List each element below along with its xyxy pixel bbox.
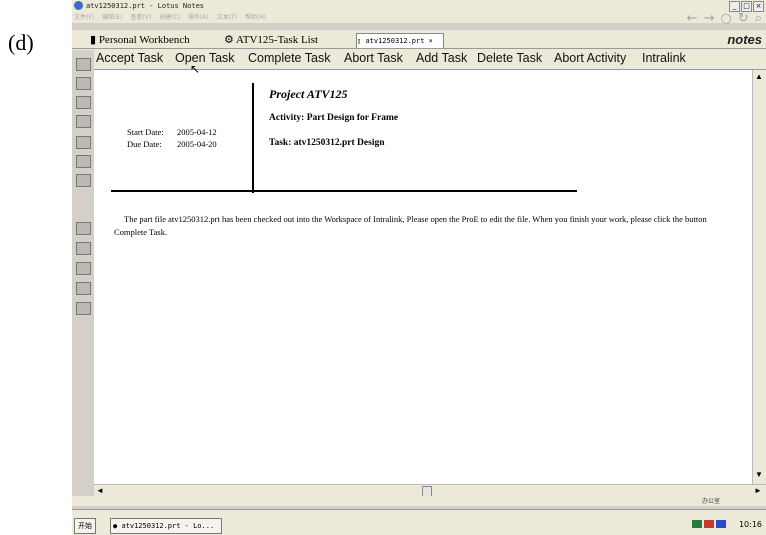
vertical-divider bbox=[252, 83, 254, 193]
document-content: Project ATV125 Activity: Part Design for… bbox=[94, 70, 752, 484]
taskbar-clock: 10:16 bbox=[738, 520, 762, 529]
tab-current-document[interactable]: ▯ atv1250312.prt × bbox=[356, 33, 444, 48]
scroll-down-icon[interactable]: ▼ bbox=[755, 470, 763, 479]
tab-label: atv1250312.prt bbox=[365, 37, 425, 45]
close-tab-icon[interactable]: × bbox=[429, 37, 433, 45]
accept-task-button[interactable]: Accept Task bbox=[96, 51, 163, 65]
document-bookmark-icon[interactable] bbox=[76, 302, 91, 315]
databases-bookmark-icon[interactable] bbox=[76, 174, 91, 187]
workbench-icon: ▮ bbox=[90, 34, 97, 46]
scroll-right-icon[interactable]: ► bbox=[754, 486, 762, 495]
replicator-bookmark-icon[interactable] bbox=[76, 136, 91, 149]
start-date-label: Start Date: bbox=[127, 127, 164, 137]
due-date-value: 2005-04-20 bbox=[177, 139, 217, 149]
contacts-bookmark-icon[interactable] bbox=[76, 96, 91, 109]
task-message: The part file atv1250312.prt has been ch… bbox=[114, 214, 707, 237]
notes-brand-logo: notes bbox=[727, 32, 762, 47]
lotus-notes-window: atv1250312.prt - Lotus Notes _ □ × 文件(F) 编… bbox=[72, 0, 766, 535]
taskbar-window-button[interactable]: ● atv1250312.prt - Lo... bbox=[110, 518, 222, 534]
project-title: Project ATV125 bbox=[269, 87, 348, 101]
scroll-left-icon[interactable]: ◄ bbox=[96, 486, 104, 495]
lotus-notes-taskbar-icon: ● bbox=[113, 522, 118, 530]
input-method-tray-icon[interactable] bbox=[716, 520, 726, 528]
panel-label: (d) bbox=[8, 30, 34, 55]
taskbar-window-label: atv1250312.prt - Lo... bbox=[121, 522, 215, 530]
mail-bookmark-icon[interactable] bbox=[76, 58, 91, 71]
activity-heading: Activity: Part Design for Frame bbox=[269, 113, 399, 123]
menu-help[interactable]: 帮助(H) bbox=[245, 14, 266, 21]
start-button[interactable]: 开始 bbox=[74, 518, 96, 534]
vertical-scrollbar[interactable]: ▲ ▼ bbox=[752, 70, 766, 484]
tab-bar: ▮ Personal Workbench ⚙ ATV125-Task List … bbox=[72, 30, 766, 49]
document-icon: ▯ bbox=[357, 37, 362, 45]
intralink-button[interactable]: Intralink bbox=[642, 51, 686, 65]
network-tray-icon[interactable] bbox=[692, 520, 702, 528]
forward-arrow-icon[interactable]: → bbox=[704, 11, 715, 26]
menu-actions[interactable]: 操作(A) bbox=[188, 14, 209, 21]
system-tray bbox=[690, 520, 726, 530]
history-bookmark-icon[interactable] bbox=[76, 282, 91, 295]
tab-personal-workbench[interactable]: ▮ Personal Workbench bbox=[90, 33, 190, 47]
title-bar: atv1250312.prt - Lotus Notes _ □ × bbox=[72, 0, 766, 12]
start-date-value: 2005-04-12 bbox=[177, 127, 217, 137]
abort-activity-button[interactable]: Abort Activity bbox=[554, 51, 626, 65]
action-bar: Accept Task Open Task Complete Task Abor… bbox=[72, 49, 766, 70]
bookmark-sidebar bbox=[72, 50, 94, 510]
tab-label: Personal Workbench bbox=[98, 34, 190, 46]
calendar-bookmark-icon[interactable] bbox=[76, 77, 91, 90]
tab-label: ATV125-Task List bbox=[236, 34, 319, 46]
back-arrow-icon[interactable]: ← bbox=[687, 11, 698, 26]
open-task-button[interactable]: Open Task bbox=[175, 51, 235, 65]
menu-edit[interactable]: 编辑(E) bbox=[102, 14, 122, 21]
help-bookmark-icon[interactable] bbox=[76, 222, 91, 235]
delete-task-button[interactable]: Delete Task bbox=[477, 51, 542, 65]
horizontal-divider bbox=[111, 190, 577, 192]
complete-task-button[interactable]: Complete Task bbox=[248, 51, 330, 65]
search-icon[interactable]: ⌕ bbox=[755, 11, 762, 26]
task-list-icon: ⚙ bbox=[224, 34, 234, 46]
stop-icon[interactable]: ○ bbox=[720, 11, 731, 26]
menu-text[interactable]: 文本(T) bbox=[217, 14, 237, 21]
menu-view[interactable]: 查看(V) bbox=[130, 14, 151, 21]
refresh-icon[interactable]: ↻ bbox=[738, 11, 749, 26]
office-status[interactable]: 办公室 bbox=[702, 496, 720, 505]
folder-bookmark-icon[interactable] bbox=[76, 262, 91, 275]
menu-bar: 文件(F) 编辑(E) 查看(V) 创建(C) 操作(A) 文本(T) 帮助(H… bbox=[72, 12, 766, 23]
antivirus-tray-icon[interactable] bbox=[704, 520, 714, 528]
task-heading: Task: atv1250312.prt Design bbox=[269, 138, 385, 148]
lotus-notes-app-icon bbox=[74, 1, 83, 10]
favorites-bookmark-icon[interactable] bbox=[76, 242, 91, 255]
workspace-bookmark-icon[interactable] bbox=[76, 155, 91, 168]
due-date-label: Due Date: bbox=[127, 139, 162, 149]
mouse-cursor-icon: ↖ bbox=[190, 62, 201, 76]
todo-bookmark-icon[interactable] bbox=[76, 115, 91, 128]
menu-file[interactable]: 文件(F) bbox=[74, 14, 94, 21]
tab-task-list[interactable]: ⚙ ATV125-Task List bbox=[224, 33, 318, 47]
scroll-up-icon[interactable]: ▲ bbox=[755, 72, 763, 81]
navigation-icons: ← → ○ ↻ ⌕ bbox=[681, 11, 762, 26]
window-title: atv1250312.prt - Lotus Notes bbox=[86, 2, 205, 10]
status-bar: 办公室 bbox=[72, 496, 766, 506]
menu-create[interactable]: 创建(C) bbox=[159, 14, 180, 21]
abort-task-button[interactable]: Abort Task bbox=[344, 51, 403, 65]
windows-taskbar: 开始 ● atv1250312.prt - Lo... 10:16 bbox=[72, 509, 766, 535]
add-task-button[interactable]: Add Task bbox=[416, 51, 467, 65]
